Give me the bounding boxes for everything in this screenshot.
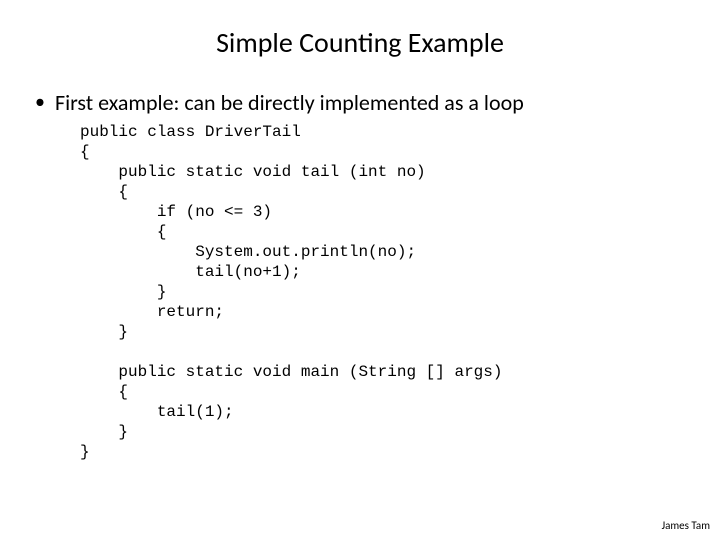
footer-author: James Tam <box>662 519 710 532</box>
bullet-text: First example: can be directly implement… <box>55 90 524 116</box>
bullet-marker: • <box>35 90 45 114</box>
slide-title: Simple Counting Example <box>30 25 690 60</box>
code-block: public class DriverTail { public static … <box>80 122 690 462</box>
bullet-item: • First example: can be directly impleme… <box>35 90 690 116</box>
